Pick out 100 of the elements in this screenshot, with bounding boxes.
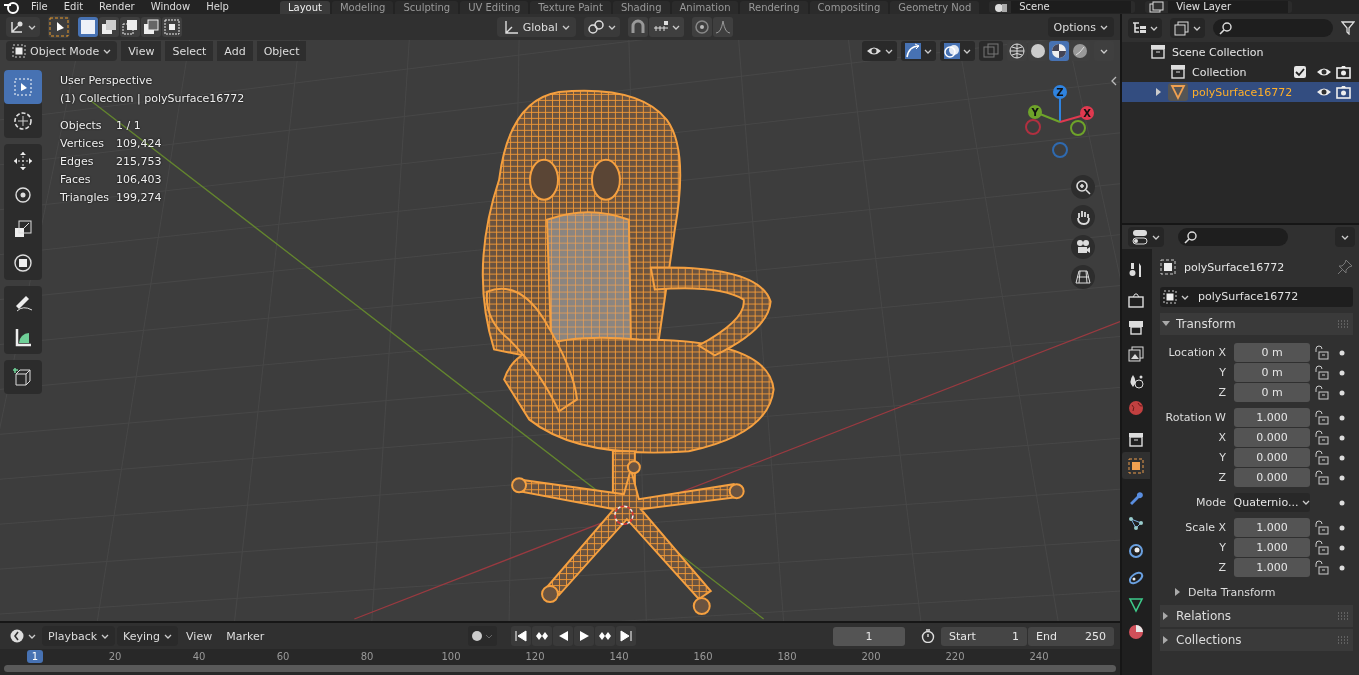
- keyframe-dot-icon[interactable]: [1339, 544, 1345, 551]
- workspace-tab[interactable]: Shading: [612, 0, 670, 14]
- menu-item[interactable]: Window: [145, 1, 196, 13]
- menu-button[interactable]: Add: [217, 41, 253, 61]
- padlock-icon[interactable]: [1313, 365, 1329, 380]
- viewport-nav-button[interactable]: [1071, 235, 1095, 259]
- mode-dropdown[interactable]: Quaternio...: [1234, 493, 1310, 512]
- options-dropdown[interactable]: Options: [1047, 17, 1114, 37]
- shading-mode-button[interactable]: [1070, 41, 1090, 61]
- editor-type-button[interactable]: [6, 17, 40, 37]
- panel-header[interactable]: Transform: [1160, 313, 1353, 335]
- workspace-tab[interactable]: UV Editing: [460, 0, 529, 14]
- menu-item[interactable]: File: [26, 1, 53, 13]
- search-field[interactable]: [1178, 228, 1288, 246]
- workspace-tab[interactable]: Geometry Nod: [890, 0, 980, 14]
- playhead-marker[interactable]: 1: [27, 649, 43, 663]
- number-field[interactable]: 1.000: [1234, 518, 1310, 537]
- menu-item[interactable]: Edit: [58, 1, 89, 13]
- start-frame-field[interactable]: Start 1: [941, 626, 1027, 646]
- padlock-icon[interactable]: [1313, 345, 1329, 360]
- padlock-icon[interactable]: [1313, 450, 1329, 465]
- playback-button[interactable]: [510, 626, 531, 646]
- camera-icon[interactable]: [1336, 85, 1351, 99]
- keyframe-dot-icon[interactable]: [1339, 499, 1345, 506]
- workspace-tab[interactable]: Modeling: [331, 0, 394, 14]
- viewport-nav-button[interactable]: [1071, 175, 1095, 199]
- data-type-dropdown[interactable]: [1160, 287, 1192, 307]
- playback-button[interactable]: [573, 626, 594, 646]
- filter-icon[interactable]: [1341, 21, 1355, 35]
- menu-dropdown[interactable]: Keying: [117, 626, 179, 646]
- keyframe-dot-icon[interactable]: [1339, 414, 1345, 421]
- select-mode-button[interactable]: [141, 17, 161, 37]
- padlock-icon[interactable]: [1313, 520, 1329, 535]
- keyframe-dot-icon[interactable]: [1339, 349, 1345, 356]
- keyframe-dot-icon[interactable]: [1339, 474, 1345, 481]
- display-mode-dropdown[interactable]: [1170, 18, 1205, 38]
- workspace-tab[interactable]: Compositing: [809, 0, 889, 14]
- keyframe-dot-icon[interactable]: [1339, 369, 1345, 376]
- playback-button[interactable]: [594, 626, 615, 646]
- select-mode-button[interactable]: [120, 17, 140, 37]
- eye-icon[interactable]: [1316, 66, 1332, 78]
- padlock-icon[interactable]: [1313, 430, 1329, 445]
- editor-type-button[interactable]: [1128, 18, 1162, 38]
- workspace-tab[interactable]: Layout: [279, 0, 330, 14]
- navigation-gizmo[interactable]: [1025, 85, 1094, 158]
- viewport-nav-button[interactable]: [1071, 265, 1095, 289]
- name-field[interactable]: polySurface16772: [1192, 287, 1353, 307]
- proportional-edit-button[interactable]: [691, 17, 712, 37]
- overlay-toggle[interactable]: [940, 41, 975, 61]
- falloff-dropdown[interactable]: [712, 17, 733, 37]
- padlock-icon[interactable]: [1313, 560, 1329, 575]
- select-mode-button[interactable]: [162, 17, 182, 37]
- number-field[interactable]: 0.000: [1234, 428, 1310, 447]
- scene-field[interactable]: Scene: [1011, 1, 1132, 13]
- padlock-icon[interactable]: [1313, 540, 1329, 555]
- pin-icon[interactable]: [1337, 259, 1353, 275]
- editor-type-button[interactable]: [1128, 227, 1164, 247]
- eye-icon[interactable]: [1316, 86, 1332, 98]
- snap-button[interactable]: [627, 17, 648, 37]
- checkbox[interactable]: [1294, 66, 1306, 78]
- outliner-row[interactable]: polySurface16772: [1122, 82, 1359, 102]
- menu-item[interactable]: Help: [201, 1, 234, 13]
- padlock-icon[interactable]: [1313, 385, 1329, 400]
- workspace-tab[interactable]: Rendering: [740, 0, 808, 14]
- keyframe-dot-icon[interactable]: [1339, 564, 1345, 571]
- outliner-row[interactable]: Scene Collection: [1122, 42, 1359, 62]
- panel-header[interactable]: Relations: [1160, 605, 1353, 627]
- menu-button[interactable]: Object: [256, 41, 307, 61]
- keyframe-dot-icon[interactable]: [1339, 434, 1345, 441]
- outliner-row[interactable]: Collection: [1122, 62, 1359, 82]
- number-field[interactable]: 0 m: [1234, 383, 1310, 402]
- number-field[interactable]: 0 m: [1234, 343, 1310, 362]
- menu-dropdown[interactable]: Playback: [42, 626, 116, 646]
- keyframe-dot-icon[interactable]: [1339, 454, 1345, 461]
- view-layer-field[interactable]: View Layer: [1168, 1, 1289, 13]
- playback-button[interactable]: [615, 626, 636, 646]
- workspace-tab[interactable]: Texture Paint: [530, 0, 611, 14]
- playback-button[interactable]: [531, 626, 552, 646]
- properties-tab[interactable]: [1122, 452, 1150, 479]
- select-mode-button[interactable]: [99, 17, 119, 37]
- overlay-toggle[interactable]: [901, 41, 936, 61]
- padlock-icon[interactable]: [1313, 470, 1329, 485]
- workspace-tab[interactable]: Sculpting: [395, 0, 459, 14]
- select-mode-button[interactable]: [78, 17, 98, 37]
- keyframe-dot-icon[interactable]: [1339, 389, 1345, 396]
- overlay-toggle[interactable]: [979, 41, 1003, 61]
- camera-icon[interactable]: [1336, 65, 1351, 79]
- playback-button[interactable]: [552, 626, 573, 646]
- menu-item[interactable]: Render: [94, 1, 140, 13]
- number-field[interactable]: 0.000: [1234, 468, 1310, 487]
- options-dropdown[interactable]: [1335, 227, 1355, 247]
- pivot-dropdown[interactable]: [583, 17, 620, 37]
- panel-header[interactable]: Delta Transform: [1160, 581, 1353, 603]
- panel-header[interactable]: Collections: [1160, 629, 1353, 651]
- select-tool-button[interactable]: [48, 16, 70, 38]
- scrollbar[interactable]: [4, 665, 1116, 672]
- current-frame-field[interactable]: 1: [833, 626, 905, 646]
- mode-dropdown[interactable]: Object Mode: [6, 41, 118, 61]
- keyframe-dot-icon[interactable]: [1339, 524, 1345, 531]
- collapse-arrow-button[interactable]: [1110, 76, 1118, 86]
